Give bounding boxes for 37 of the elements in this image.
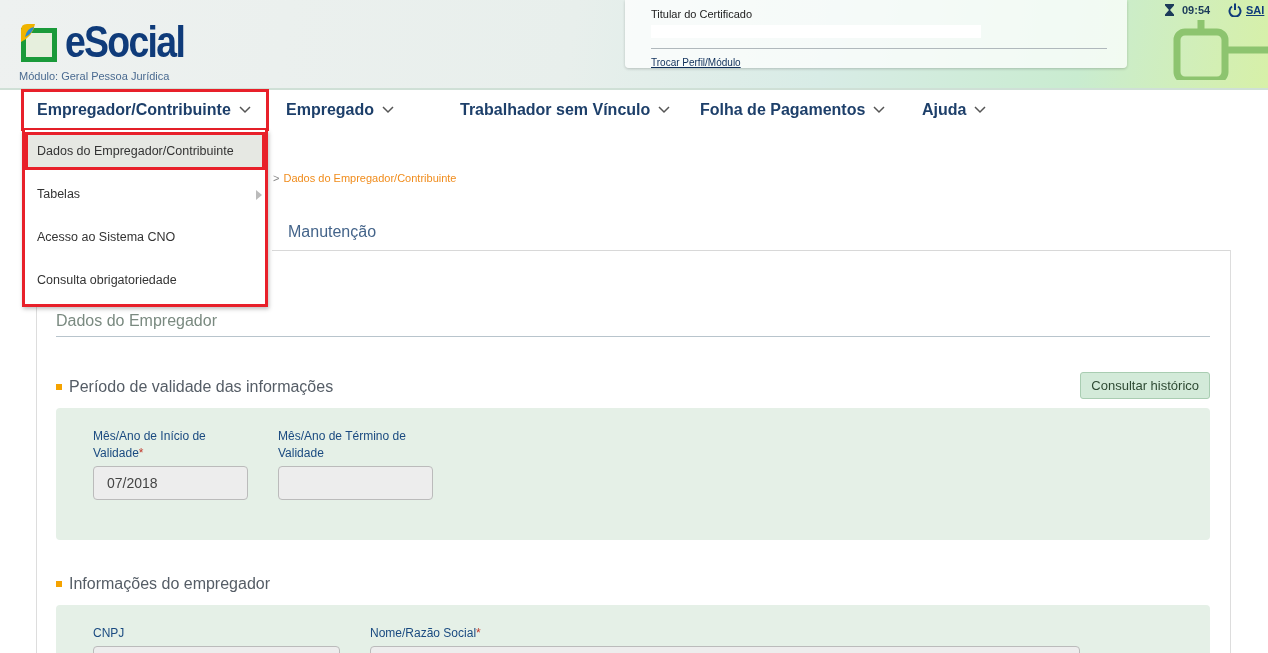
page-title: Dados do Empregador [56,309,1210,337]
submenu-arrow-icon [256,189,262,200]
breadcrumb-trail: > Dados do Empregador/Contribuinte [273,171,457,186]
power-icon [1228,3,1242,18]
chevron-icon [658,106,671,114]
section-title: Período de validade das informações [69,377,334,397]
field-label: Nome/Razão Social* [370,625,482,642]
dropdown-menu-item[interactable]: Tabelas [25,173,265,216]
logo-text: eSocial [65,20,185,64]
dropdown-menu-item[interactable]: Dados do Empregador/Contribuinte [25,132,265,170]
tab[interactable]: Manutenção [272,212,393,252]
field-label: Mês/Ano de Término de Validade [278,428,407,462]
field-label: Mês/Ano de Início de Validade* [93,428,207,462]
bullet-icon [56,581,62,587]
chevron-icon [974,106,987,114]
nav-menu-item[interactable]: Folha de Pagamentos [686,90,907,130]
input-field[interactable] [278,466,433,500]
chevron-icon [873,106,886,114]
nav-menu-item[interactable]: Trabalhador sem Vínculo [442,90,686,130]
history-button[interactable]: Consultar histórico [1080,371,1210,399]
module-label: Módulo: Geral Pessoa Jurídica [19,69,171,84]
bullet-icon [56,384,62,390]
dropdown-menu-item[interactable]: Acesso ao Sistema CNO [25,216,265,259]
hourglass-icon [1165,4,1174,17]
logout-link[interactable]: SAI [1228,2,1265,19]
nav-menu-item[interactable]: Empregado [268,90,442,130]
switch-profile-link[interactable]: Trocar Perfil/Módulo [651,56,741,68]
section-title: Informações do empregador [69,574,270,594]
certificate-label: Titular do Certificado [651,7,754,22]
chevron-icon [382,106,394,114]
nav-menu-item[interactable]: Ajuda [907,90,1002,130]
input-field[interactable]: 07/2018 [93,466,248,500]
nav-menu-item[interactable]: Empregador/Contribuinte [22,90,268,130]
dropdown-menu-item[interactable]: Consulta obrigatoriedade [25,259,265,302]
timer-text: 09:54 [1182,3,1211,18]
field-label: CNPJ [93,625,126,642]
chevron-icon [238,106,251,114]
